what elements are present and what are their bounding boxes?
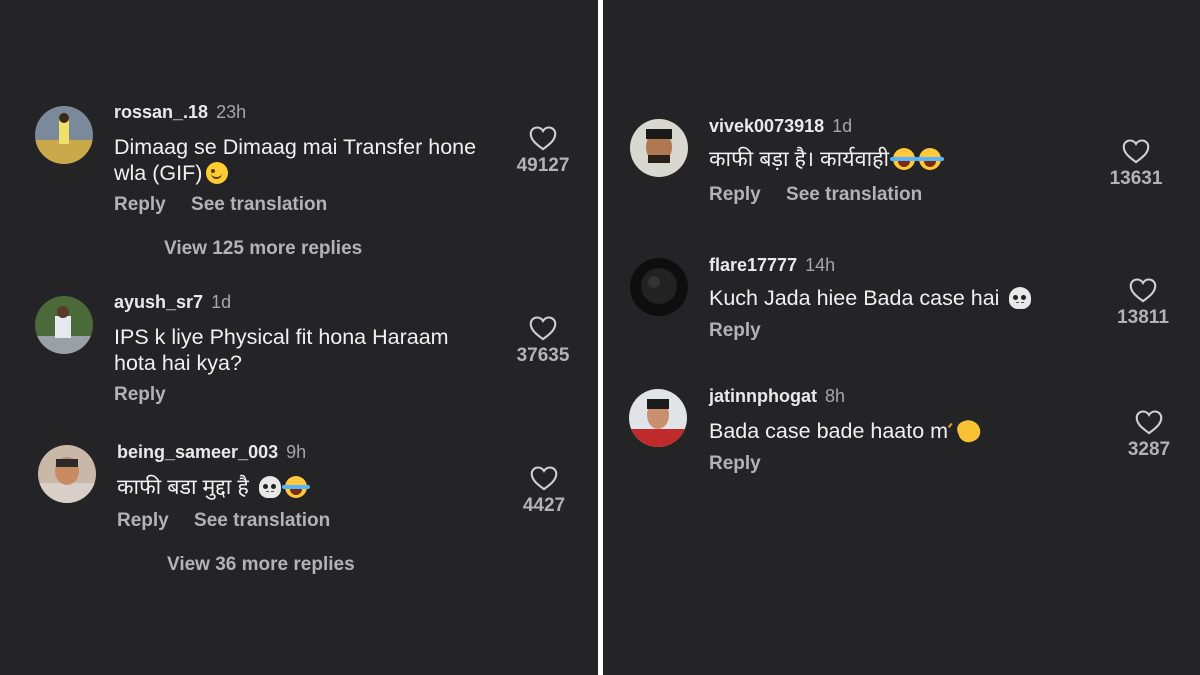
tears-of-joy-icon [890, 148, 919, 170]
username[interactable]: ayush_sr7 [114, 292, 203, 312]
like-button[interactable]: 37635 [503, 315, 583, 367]
reply-button[interactable]: Reply [709, 184, 761, 205]
tears-of-joy-icon [281, 476, 310, 498]
timestamp: 1d [832, 116, 853, 136]
comment-text: IPS k liye Physical fit hona Haraam hota… [114, 325, 449, 375]
username[interactable]: flare17777 [709, 255, 797, 275]
avatar[interactable] [630, 119, 688, 177]
like-count: 4427 [522, 495, 566, 516]
avatar[interactable] [35, 106, 93, 164]
see-translation-button[interactable]: See translation [786, 184, 922, 205]
heart-outline-icon [529, 126, 557, 151]
view-more-replies-link[interactable]: View 125 more replies [164, 238, 362, 260]
comment-text: Dimaag se Dimaag mai Transfer hone wla (… [114, 135, 477, 185]
timestamp: 9h [286, 442, 307, 462]
comment-item: ayush_sr7 1d IPS k liye Physical fit hona… [0, 290, 598, 430]
timestamp: 8h [824, 386, 846, 406]
clapping-hands-icon [954, 416, 984, 446]
heart-outline-icon [529, 316, 557, 341]
comment-text: Kuch Jada hiee Bada case hai [709, 285, 1099, 311]
heart-outline-icon [530, 466, 558, 491]
reply-button[interactable]: Reply [117, 510, 169, 531]
like-count: 3287 [1127, 439, 1171, 460]
avatar[interactable] [38, 445, 96, 503]
reply-button[interactable]: Reply [114, 194, 166, 215]
avatar[interactable] [629, 389, 687, 447]
comment-item: being_sameer_003 9h काफी बडा मुद्दा है Re… [0, 440, 598, 580]
tears-of-joy-icon [916, 148, 945, 170]
comment-item: flare17777 14h Kuch Jada hiee Bada case h… [603, 252, 1200, 392]
timestamp: 14h [805, 255, 836, 275]
timestamp: 23h [216, 102, 247, 122]
username[interactable]: being_sameer_003 [117, 442, 278, 462]
heart-outline-icon [1122, 139, 1150, 164]
like-button[interactable]: 3287 [1109, 409, 1189, 461]
reply-button[interactable]: Reply [709, 320, 761, 341]
comment-text: काफी बड़ा है। कार्यवाही [709, 146, 1099, 172]
comments-panel-right: vivek0073918 1d काफी बड़ा है। कार्यवाही R… [603, 0, 1200, 675]
avatar[interactable] [35, 296, 93, 354]
timestamp: 1d [211, 292, 232, 312]
see-translation-button[interactable]: See translation [191, 194, 327, 215]
like-count: 13811 [1117, 307, 1169, 328]
like-count: 13631 [1109, 168, 1163, 189]
comment-text: Bada case bade haato m [709, 416, 1099, 446]
see-translation-button[interactable]: See translation [194, 510, 330, 531]
username[interactable]: jatinnphogat [709, 386, 817, 406]
avatar[interactable] [630, 258, 688, 316]
skull-icon [258, 476, 281, 498]
view-more-replies-link[interactable]: View 36 more replies [167, 554, 355, 576]
like-count: 49127 [516, 155, 570, 176]
comments-panel-left: rossan_.18 23h Dimaag se Dimaag mai Trans… [0, 0, 598, 675]
username[interactable]: vivek0073918 [709, 116, 824, 136]
username[interactable]: rossan_.18 [114, 102, 208, 122]
reply-button[interactable]: Reply [709, 453, 761, 474]
reply-button[interactable]: Reply [114, 384, 166, 405]
like-button[interactable]: 49127 [503, 125, 583, 177]
like-button[interactable]: 13631 [1096, 138, 1176, 190]
heart-outline-icon [1135, 410, 1163, 435]
like-count: 37635 [516, 345, 570, 366]
like-button[interactable]: 4427 [504, 465, 584, 517]
comment-item: jatinnphogat 8h Bada case bade haato m Re… [603, 384, 1200, 524]
comment-text: काफी बडा मुद्दा है [117, 474, 497, 500]
comment-item: vivek0073918 1d काफी बड़ा है। कार्यवाही R… [603, 113, 1200, 253]
comment-item: rossan_.18 23h Dimaag se Dimaag mai Trans… [0, 100, 598, 259]
heart-outline-icon [1129, 278, 1157, 303]
skull-icon [1009, 287, 1032, 309]
like-button[interactable]: 13811 [1103, 277, 1183, 329]
winking-face-icon [206, 162, 229, 184]
